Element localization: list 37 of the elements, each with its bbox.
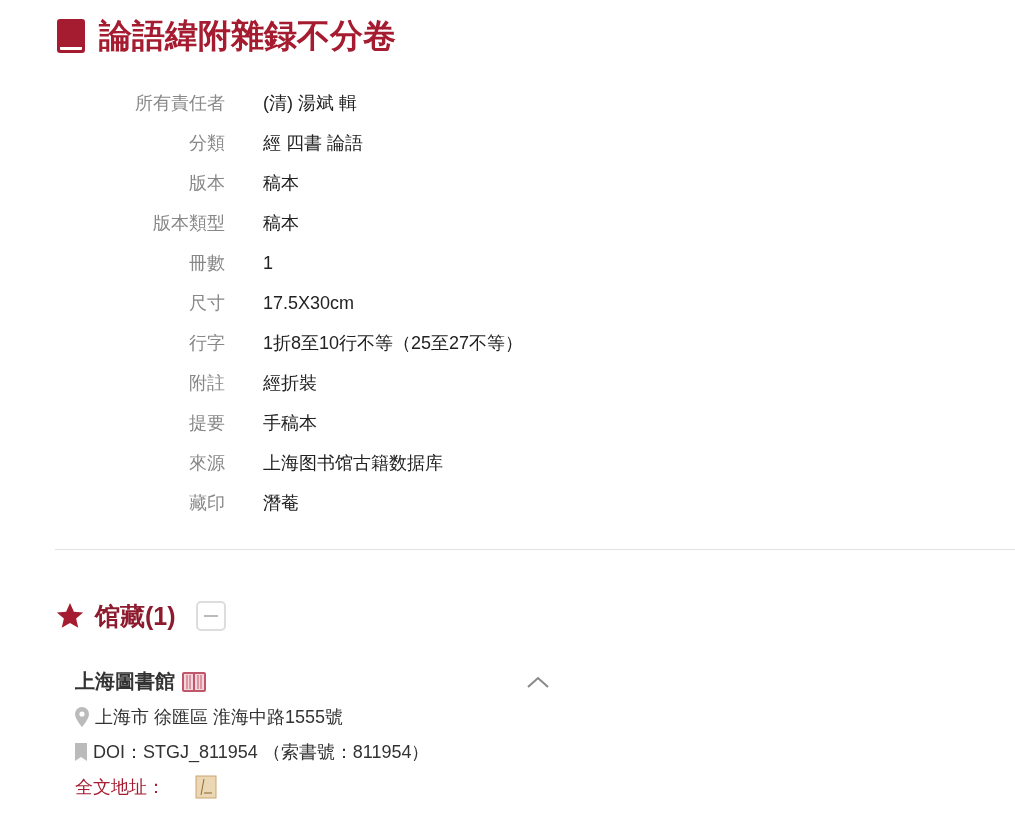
section-title: 馆藏(1): [95, 600, 176, 632]
library-name: 上海圖書館: [75, 669, 175, 694]
field-value: 稿本: [263, 172, 300, 195]
field-value: 17.5X30cm: [263, 292, 356, 315]
field-value: 稿本: [263, 212, 300, 235]
field-label: 冊數: [188, 252, 225, 275]
address-text: 上海市 徐匯區 淮海中路1555號: [95, 705, 344, 729]
field-label: 所有責任者: [134, 92, 225, 115]
field-label: 提要: [188, 412, 225, 435]
field-value: (清) 湯斌 輯: [263, 92, 358, 115]
fulltext-label: 全文地址：: [75, 775, 165, 799]
field-value: 上海图书馆古籍数据库: [263, 452, 444, 475]
field-label: 藏印: [188, 492, 225, 515]
field-label: 行字: [188, 332, 225, 355]
field-value: 潛菴: [263, 492, 300, 515]
open-book-icon: [181, 670, 207, 693]
chevron-icon: [526, 674, 550, 689]
location-pin-icon: [75, 706, 89, 727]
field-value: 經 四書 論語: [263, 132, 364, 155]
field-value: 經折裝: [263, 372, 318, 395]
minus-icon: [203, 615, 218, 617]
field-value: 手稿本: [263, 412, 318, 435]
field-label: 附註: [188, 372, 225, 395]
field-label: 分類: [188, 132, 225, 155]
field-label: 版本類型: [152, 212, 225, 235]
collapse-button[interactable]: [195, 601, 226, 631]
field-label: 版本: [188, 172, 225, 195]
pdf-file-icon[interactable]: [195, 774, 217, 799]
doi-text: DOI：STGJ_811954 （索書號：811954）: [93, 740, 430, 764]
book-icon: [55, 18, 87, 54]
page-title: 論語緯附雜録不分卷: [99, 15, 396, 56]
field-value: 1折8至10行不等（25至27不等）: [263, 332, 525, 355]
bookmark-icon: [75, 742, 87, 761]
toggle-button[interactable]: [526, 674, 550, 689]
field-label: 來源: [188, 452, 225, 475]
field-label: 尺寸: [188, 292, 225, 315]
field-value: 1: [263, 252, 274, 275]
